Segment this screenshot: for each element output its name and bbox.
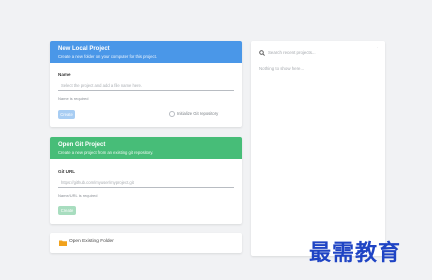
- git-url-input[interactable]: https://github.com/myuser/myproject.git: [58, 178, 234, 188]
- git-project-header: Open Git Project Create a new project fr…: [50, 137, 242, 159]
- empty-recent-text: Nothing to show here...: [259, 66, 305, 71]
- git-project-title: Open Git Project: [58, 142, 106, 148]
- init-git-checkbox[interactable]: Initialize Git repository: [169, 110, 218, 118]
- recent-projects-panel: [251, 41, 385, 256]
- name-hint: Name is required: [58, 96, 89, 101]
- search-placeholder: Search recent projects...: [268, 50, 316, 55]
- local-create-button[interactable]: Create: [58, 110, 75, 119]
- open-git-project-card: Open Git Project Create a new project fr…: [50, 137, 242, 224]
- git-project-description: Create a new project from an existing gi…: [58, 150, 154, 155]
- name-label: Name: [58, 72, 71, 77]
- checkbox-icon[interactable]: [169, 110, 175, 117]
- git-url-hint: Name/URL is required: [58, 193, 98, 198]
- search-icon: [259, 50, 265, 56]
- new-local-project-card: New Local Project Create a new folder on…: [50, 41, 242, 127]
- watermark-text: 最需教育: [309, 241, 402, 266]
- local-project-description: Create a new folder on your computer for…: [58, 54, 157, 59]
- open-existing-folder-label[interactable]: Open Existing Folder: [69, 238, 114, 246]
- local-project-title: New Local Project: [58, 46, 110, 52]
- local-project-header: New Local Project Create a new folder on…: [50, 41, 242, 63]
- folder-icon: [59, 240, 67, 246]
- init-git-label: Initialize Git repository: [177, 111, 219, 116]
- git-url-label: Git URL: [58, 169, 76, 174]
- name-input[interactable]: Select the project and add a file name h…: [58, 81, 234, 91]
- panel-dot: ·: [377, 45, 379, 50]
- git-create-button[interactable]: Create: [58, 206, 76, 215]
- recent-search-input[interactable]: Search recent projects...: [259, 48, 377, 58]
